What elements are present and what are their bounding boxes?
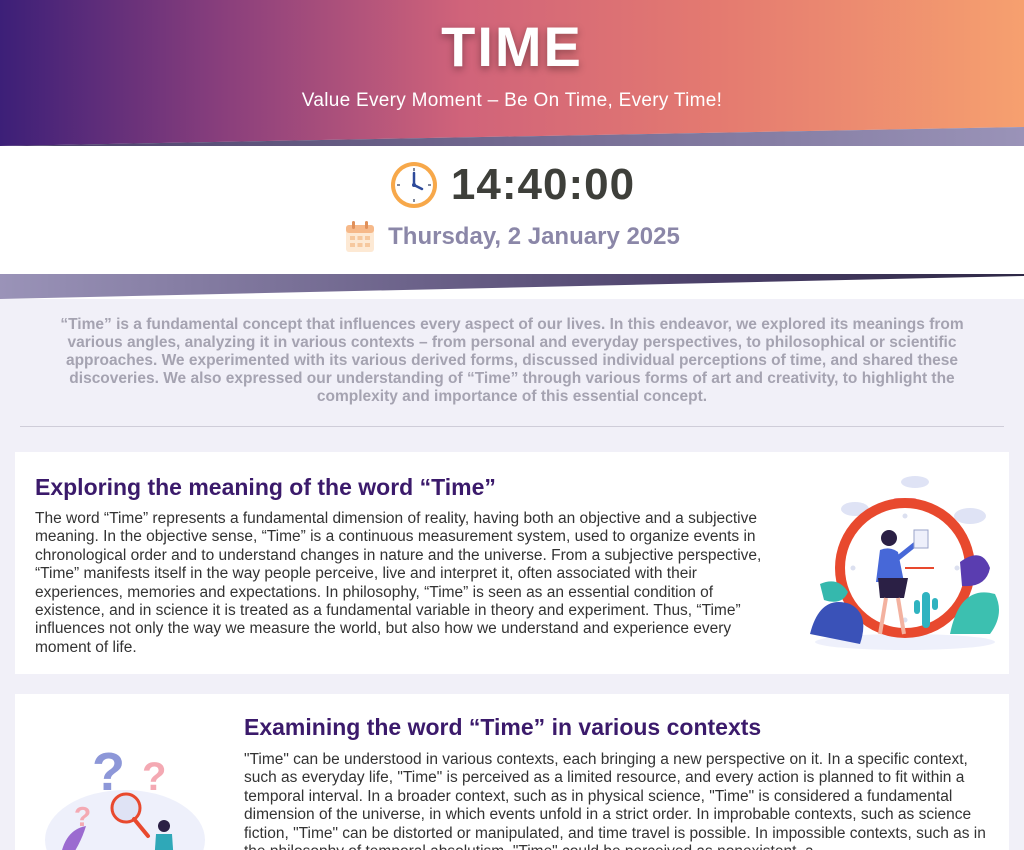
clock-woman-illustration [810,476,999,650]
section-title: Exploring the meaning of the word “Time” [35,474,496,500]
section-card-meaning: Exploring the meaning of the word “Time”… [15,452,1009,674]
tagline: Value Every Moment – Be On Time, Every T… [301,90,723,111]
clock-icon [390,162,437,208]
section-title: Examining the word “Time” in various con… [244,714,762,740]
clock-section-stripe [0,274,1024,299]
intro-paragraph: “Time” is a fundamental concept that inf… [60,316,964,405]
clock-section: 14:40:00 Thursday, 2 January 2025 [0,146,1024,299]
time-row: 14:40:00 [0,160,1024,210]
current-date: Thursday, 2 January 2025 [388,223,680,250]
divider [20,426,1004,427]
current-time: 14:40:00 [450,160,636,209]
svg-text:?: ? [142,755,166,799]
calendar-icon [346,221,375,252]
section-card-contexts: ? ? ? Examining the word “Time” in vario… [15,694,1009,850]
question-search-illustration: ? ? ? [45,742,205,850]
svg-text:?: ? [92,742,125,802]
section-text: The word “Time” represents a fundamental… [35,510,762,656]
section-text: "Time" can be understood in various cont… [244,751,986,850]
header-banner: TIME Value Every Moment – Be On Time, Ev… [0,0,1024,146]
page-title: TIME [441,15,583,78]
date-row: Thursday, 2 January 2025 [0,220,1024,254]
